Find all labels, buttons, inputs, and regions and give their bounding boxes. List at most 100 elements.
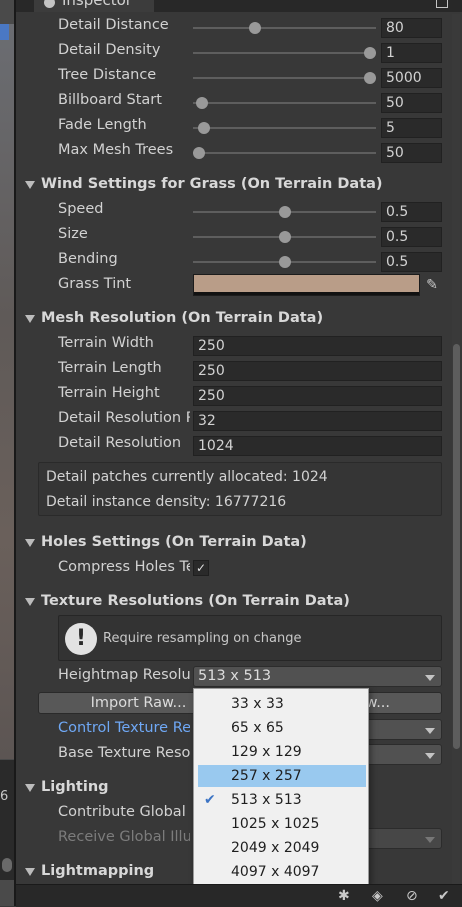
wind-settings-header[interactable]: Wind Settings for Grass (On Terrain Data… [41, 176, 383, 192]
wind-size-slider[interactable] [193, 231, 376, 243]
tree-billboard-start-slider[interactable] [193, 97, 376, 109]
tree-tree-distance-slider[interactable] [193, 72, 376, 84]
mesh-row-value-field[interactable]: 1024 [193, 436, 442, 456]
checkmark-icon: ✔ [204, 792, 216, 808]
warning-icon: ! [65, 623, 97, 655]
tree-tree-distance-value-field[interactable]: 5000 [381, 68, 442, 88]
lighting-header[interactable]: Lighting [41, 779, 109, 795]
status-bar: ✱ ◈ ⊘ ✔ [16, 884, 462, 907]
scene-viewport[interactable] [0, 24, 14, 759]
resampling-warning-box: ! Require resampling on change [58, 615, 442, 661]
tree-max-mesh-trees-slider[interactable] [193, 147, 376, 159]
tree-max-mesh-trees-label: Max Mesh Trees [58, 142, 174, 158]
tree-tree-distance-slider-thumb[interactable] [364, 72, 376, 84]
mesh-row-label: Terrain Length [58, 360, 162, 376]
wind-size-label: Size [58, 226, 88, 242]
wind-bending-label: Bending [58, 251, 118, 267]
heightmap-option-label: 4097 x 4097 [231, 864, 320, 880]
detail-density-text: Detail instance density: 16777216 [46, 494, 287, 510]
base-texture-resolution-label: Base Texture Resolution [58, 745, 190, 761]
tree-billboard-start-value-field[interactable]: 50 [381, 93, 442, 113]
wind-foldout-arrow-icon[interactable] [25, 181, 35, 189]
mesh-resolution-header[interactable]: Mesh Resolution (On Terrain Data) [41, 310, 323, 326]
inspector-scrollbar[interactable] [452, 14, 460, 890]
tree-fade-length-slider[interactable] [193, 122, 376, 134]
layers-icon[interactable]: ◈ [372, 888, 389, 904]
heightmap-resolution-label: Heightmap Resolution [58, 667, 190, 683]
mesh-row-value-field[interactable]: 32 [193, 411, 442, 431]
receive-gi-label: Receive Global Illumination [58, 829, 190, 845]
heightmap-option[interactable]: 1025 x 1025 [198, 813, 366, 835]
lock-icon[interactable] [436, 0, 448, 8]
lighting-foldout-arrow-icon[interactable] [25, 784, 35, 792]
control-texture-resolution-label: Control Texture Resolution [58, 720, 190, 736]
scene-circle-control[interactable] [2, 858, 12, 872]
heightmap-option[interactable]: 4097 x 4097 [198, 861, 366, 883]
tree-detail-distance-value-field[interactable]: 80 [381, 18, 442, 38]
lightmapping-foldout-arrow-icon[interactable] [25, 868, 35, 876]
mesh-row-label: Terrain Width [58, 335, 154, 351]
heightmap-option-label: 2049 x 2049 [231, 840, 320, 856]
compress-holes-checkbox[interactable]: ✓ [193, 560, 209, 576]
mesh-row-value-field[interactable]: 250 [193, 386, 442, 406]
mesh-foldout-arrow-icon[interactable] [25, 315, 35, 323]
wind-bending-slider[interactable] [193, 256, 376, 268]
heightmap-option[interactable]: 2049 x 2049 [198, 837, 366, 859]
holes-settings-header[interactable]: Holes Settings (On Terrain Data) [41, 534, 307, 550]
resampling-warning-text: Require resampling on change [103, 631, 302, 646]
eyedropper-icon[interactable]: ✎ [423, 276, 441, 294]
tree-detail-density-slider[interactable] [193, 47, 376, 59]
wind-speed-value-field[interactable]: 0.5 [381, 202, 442, 222]
heightmap-resolution-menu: 33 x 33 65 x 65 129 x 129 257 x 257 ✔ 513 x 5… [193, 688, 369, 885]
heightmap-option-label: 65 x 65 [231, 720, 284, 736]
lightmapping-header[interactable]: Lightmapping [41, 863, 154, 879]
chevron-down-icon [425, 753, 435, 759]
inspector-tab[interactable]: Inspector [34, 0, 154, 12]
tree-detail-density-slider-thumb[interactable] [364, 47, 376, 59]
grass-tint-label: Grass Tint [58, 276, 132, 292]
visibility-off-icon[interactable]: ⊘ [406, 888, 423, 904]
texture-resolutions-header[interactable]: Texture Resolutions (On Terrain Data) [41, 593, 350, 609]
wind-bending-value-field[interactable]: 0.5 [381, 252, 442, 272]
detail-patches-text: Detail patches currently allocated: 1024 [46, 469, 328, 485]
wind-size-value-field[interactable]: 0.5 [381, 227, 442, 247]
heightmap-resolution-dropdown[interactable]: 513 x 513 [193, 666, 442, 687]
heightmap-option[interactable]: ✔ 513 x 513 [198, 789, 366, 811]
heightmap-option-label: 129 x 129 [231, 744, 302, 760]
heightmap-option[interactable]: 129 x 129 [198, 741, 366, 763]
mesh-row-label: Terrain Height [58, 385, 160, 401]
mesh-row-value-field[interactable]: 250 [193, 336, 442, 356]
heightmap-option[interactable]: 33 x 33 [198, 693, 366, 715]
tree-billboard-start-label: Billboard Start [58, 92, 162, 108]
heightmap-option-label: 513 x 513 [231, 792, 302, 808]
check-circle-icon[interactable]: ✔ [438, 888, 455, 904]
inspector-tab-label: Inspector [62, 0, 132, 9]
inspector-tab-bar: Inspector ⋮ [16, 0, 462, 12]
grass-tint-alpha-bar [194, 292, 419, 295]
tree-detail-density-value-field[interactable]: 1 [381, 43, 442, 63]
scrollbar-thumb[interactable] [453, 344, 460, 749]
holes-foldout-arrow-icon[interactable] [25, 539, 35, 547]
mesh-row-value-field[interactable]: 250 [193, 361, 442, 381]
heightmap-option-label: 257 x 257 [231, 768, 302, 784]
texres-foldout-arrow-icon[interactable] [25, 598, 35, 606]
wind-speed-slider-thumb[interactable] [278, 206, 291, 218]
wind-speed-slider[interactable] [193, 206, 376, 218]
tree-max-mesh-trees-slider-thumb[interactable] [193, 147, 205, 159]
chevron-down-icon [425, 837, 435, 843]
mesh-row-label: Detail Resolution Per Patch [58, 410, 190, 426]
heightmap-option[interactable]: 65 x 65 [198, 717, 366, 739]
tree-detail-distance-slider[interactable] [193, 22, 376, 34]
tree-fade-length-value-field[interactable]: 5 [381, 118, 442, 138]
wind-speed-label: Speed [58, 201, 104, 217]
wind-size-slider-thumb[interactable] [278, 231, 291, 243]
wind-bending-slider-thumb[interactable] [278, 256, 291, 268]
tree-max-mesh-trees-value-field[interactable]: 50 [381, 143, 442, 163]
grass-tint-color-field[interactable] [193, 274, 420, 296]
scene-number: 6 [0, 789, 9, 804]
grass-tint-swatch [194, 275, 419, 292]
debug-bug-icon[interactable]: ✱ [338, 888, 355, 904]
tree-tree-distance-label: Tree Distance [58, 67, 157, 83]
heightmap-option[interactable]: 257 x 257 [198, 765, 366, 787]
heightmap-resolution-value: 513 x 513 [198, 668, 272, 684]
